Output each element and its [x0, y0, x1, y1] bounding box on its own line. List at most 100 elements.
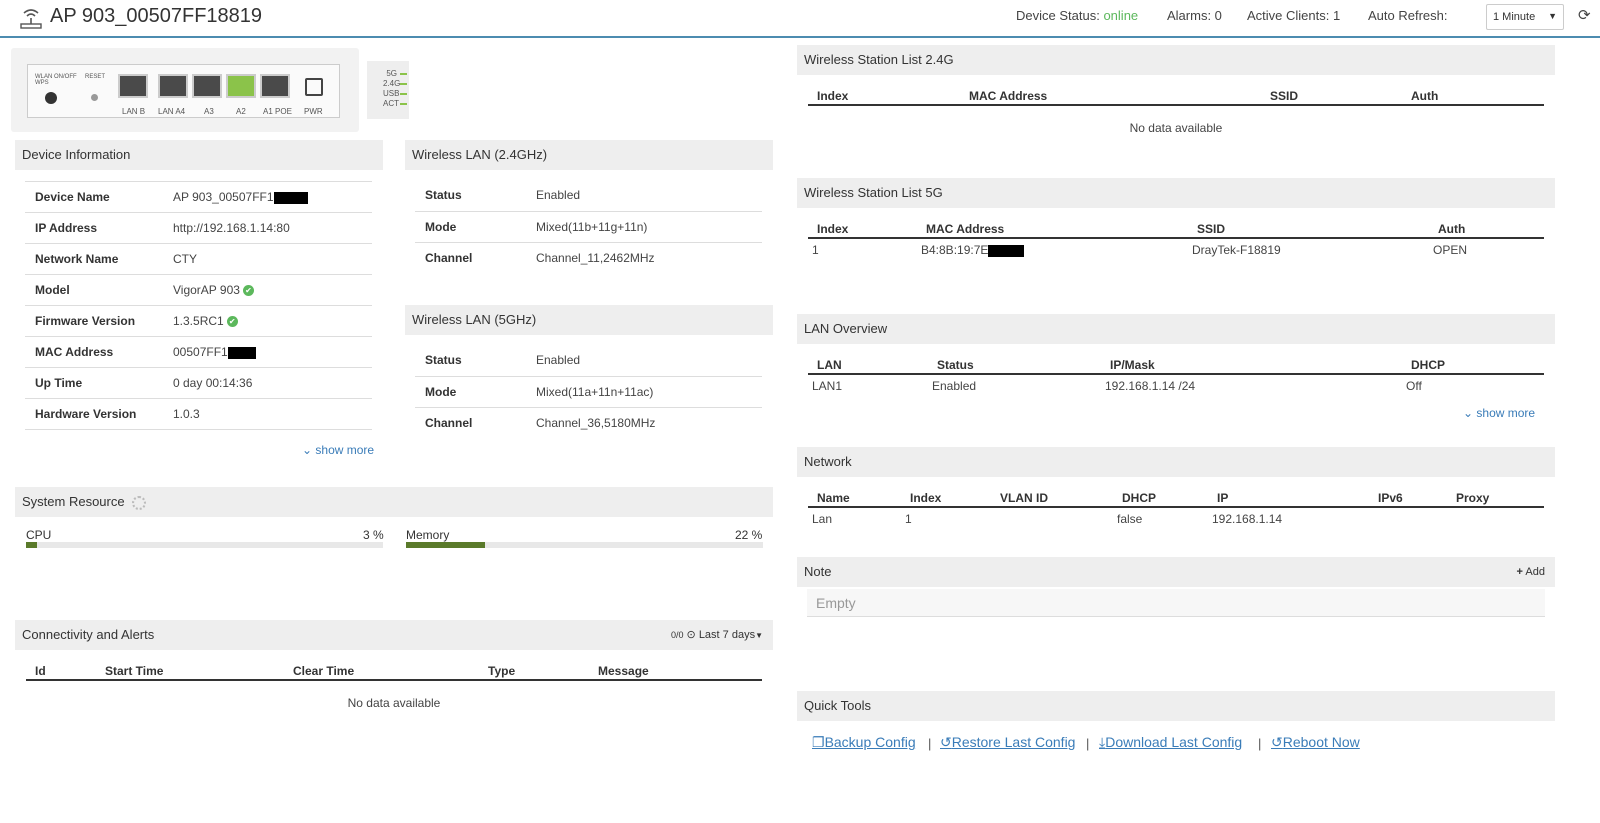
network-name-value: CTY [163, 243, 372, 275]
check-circle-icon: ✔ [242, 285, 254, 297]
port-label-pwr: PWR [304, 107, 323, 116]
station24-table: Index MAC Address SSID Auth [808, 85, 1544, 106]
caret-down-icon: ▼ [755, 631, 763, 640]
alerts-count: 0/0 [670, 630, 684, 640]
clock-icon: ⊙ [686, 629, 696, 641]
auto-refresh-label: Auto Refresh: [1368, 8, 1448, 23]
col-ssid: SSID [1188, 218, 1429, 239]
wlan24-mode-key: Mode [415, 210, 526, 242]
model-text: VigorAP 903 [173, 283, 240, 297]
port-a3 [192, 74, 222, 98]
restore-config-label: Restore Last Config [951, 734, 1076, 750]
wlan24-status-key: Status [425, 188, 462, 203]
note-add-label: Add [1525, 566, 1545, 578]
redacted-block [988, 244, 1025, 257]
cell-ipv6 [1369, 507, 1447, 533]
quick-tools-title: Quick Tools [804, 698, 871, 713]
table-row: Hardware Version 1.0.3 [25, 398, 372, 430]
alerts-range: Last 7 days [698, 629, 756, 641]
refresh-icon[interactable]: ⟳ [1578, 6, 1591, 24]
cell-status: Enabled [932, 379, 977, 393]
station5-header: Wireless Station List 5G [797, 178, 1555, 208]
redacted-block [227, 346, 256, 359]
reboot-button[interactable]: ↺Reboot Now [1271, 734, 1360, 751]
lan-overview-header: LAN Overview [797, 314, 1555, 344]
active-clients-count: Active Clients: 1 [1247, 8, 1341, 23]
serial-number-key: Serial Number [25, 429, 163, 440]
cell-ip: 192.168.1.14 [1212, 512, 1283, 526]
separator: | [1086, 736, 1090, 751]
table-row: Serial Number [25, 429, 372, 440]
alarms-count: Alarms: 0 [1167, 8, 1222, 23]
auto-refresh-select[interactable]: 1 Minute ▼ [1486, 4, 1564, 30]
backup-config-button[interactable]: ❐Backup Config [812, 734, 916, 751]
note-header: Note + Add [797, 557, 1555, 587]
reboot-icon: ↺ [1271, 734, 1283, 750]
col-name: Name [808, 487, 901, 508]
device-info-scroll[interactable]: Device Name AP 903_00507FF1 IP Address h… [25, 181, 372, 440]
mac-address-key: MAC Address [25, 336, 163, 368]
table-row: 1 B4:8B:19:7E DrayTek-F18819 OPEN [808, 238, 1544, 264]
col-mac-address: MAC Address [960, 85, 1261, 106]
serial-number-value [163, 429, 372, 440]
col-status: Status [928, 354, 1101, 375]
alerts-title: Connectivity and Alerts [22, 627, 155, 642]
table-row: Channel Channel_11,2462MHz [415, 241, 762, 273]
col-vlan-id: VLAN ID [991, 487, 1113, 508]
wlan24-mode-value: Mixed(11b+11g+11n) [526, 210, 762, 242]
download-config-label: Download Last Config [1105, 734, 1243, 750]
note-add-button[interactable]: + Add [1517, 557, 1545, 587]
led-label-24g: 2.4G [383, 79, 401, 88]
col-dhcp: DHCP [1402, 354, 1544, 375]
lan-overview-title: LAN Overview [804, 321, 888, 336]
station24-empty: No data available [1129, 121, 1223, 135]
alerts-range-dropdown[interactable]: 0/0 ⊙ Last 7 days▼ [671, 620, 763, 651]
led-labels: 5G 2.4G USB ACT [383, 69, 401, 109]
led-label-act: ACT [383, 99, 399, 108]
device-info-title: Device Information [22, 147, 131, 162]
device-name-text: AP 903_00507FF1 [173, 190, 274, 204]
cell-name: Lan [812, 512, 833, 526]
col-type: Type [479, 660, 589, 681]
note-content[interactable]: Empty [807, 589, 1545, 617]
hardware-version-value: 1.0.3 [163, 398, 372, 430]
lan-overview-show-more[interactable]: ⌄ show more [1463, 406, 1535, 420]
device-status-label: Device Status: [1016, 8, 1100, 23]
led-usb [400, 93, 407, 95]
device-info-show-more[interactable]: ⌄ show more [302, 443, 374, 457]
port-label-a3: A3 [204, 107, 214, 116]
firmware-version-value: 1.3.5RC1 ✔ [163, 305, 372, 337]
station5-title: Wireless Station List 5G [804, 185, 943, 200]
table-row: Mode Mixed(11a+11n+11ac) [415, 375, 762, 407]
cell-lan: LAN1 [812, 379, 843, 393]
ip-address-key: IP Address [25, 212, 163, 244]
station24-header: Wireless Station List 2.4G [797, 45, 1555, 75]
wlan5-table: Status Enabled Mode Mixed(11a+11n+11ac) … [415, 345, 762, 438]
led-indicators: 5G 2.4G USB ACT [367, 61, 409, 119]
mac-text: 00507FF1 [173, 345, 228, 359]
wlan5-status-value: Enabled [536, 353, 581, 368]
alerts-empty: No data available [347, 696, 441, 710]
cell-ssid: DrayTek-F18819 [1192, 243, 1281, 257]
device-front-panel: WLAN ON/OFF WPS RESET LAN B LAN A4 A3 A2… [11, 48, 359, 132]
col-ipv6: IPv6 [1369, 487, 1447, 508]
cell-vlan-id [991, 507, 1113, 533]
chevron-down-icon: ⌄ [302, 443, 313, 457]
wlan5-mode-key: Mode [415, 375, 526, 407]
table-header-row: Name Index VLAN ID DHCP IP IPv6 Proxy [808, 487, 1544, 508]
ip-address-link[interactable]: http://192.168.1.14:80 [163, 212, 372, 244]
download-config-button[interactable]: ⤓Download Last Config [1099, 734, 1242, 751]
plus-icon: + [1516, 566, 1523, 578]
col-id: Id [26, 660, 96, 681]
network-name-key: Network Name [25, 243, 163, 275]
show-more-label: show more [1476, 406, 1536, 420]
network-title: Network [804, 454, 852, 469]
col-index: Index [808, 218, 917, 239]
table-row: MAC Address 00507FF1 [25, 336, 372, 368]
port-lan-b [118, 74, 148, 98]
restore-config-button[interactable]: ↺Restore Last Config [940, 734, 1075, 751]
reboot-label: Reboot Now [1282, 734, 1360, 750]
port-a2 [226, 74, 256, 98]
cpu-label: CPU [26, 528, 52, 542]
port-label-a1-poe: A1 POE [263, 107, 292, 116]
